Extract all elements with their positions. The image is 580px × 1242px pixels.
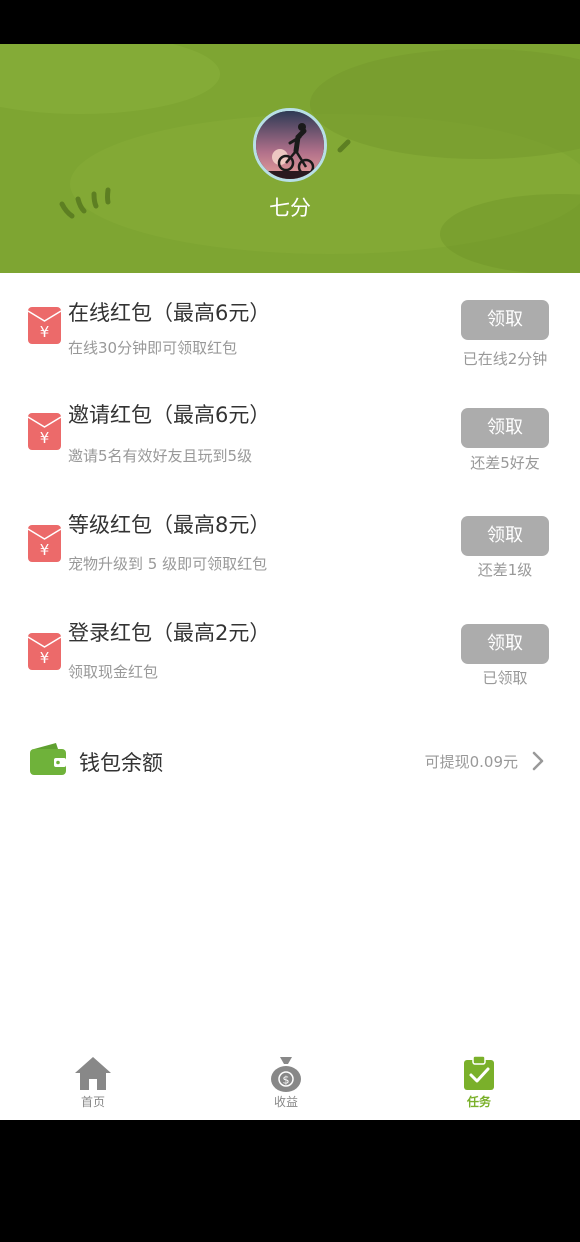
task-row-invite: ¥ 邀请红包（最高6元） 邀请5名有效好友且玩到5级 领取 还差5好友 <box>0 401 580 501</box>
tab-earnings[interactable]: $ 收益 <box>236 1045 336 1120</box>
task-clipboard-icon <box>464 1055 494 1090</box>
svg-text:¥: ¥ <box>40 649 50 667</box>
task-title: 在线红包（最高6元） <box>68 301 271 325</box>
profile-header: 七分 <box>0 44 580 273</box>
home-icon <box>75 1057 111 1090</box>
avatar[interactable] <box>253 108 327 182</box>
claim-status: 已领取 <box>482 669 528 687</box>
task-list: ¥ 在线红包（最高6元） 在线30分钟即可领取红包 领取 已在线2分钟 ¥ 邀请… <box>0 273 580 1045</box>
svg-text:¥: ¥ <box>40 429 50 447</box>
red-envelope-icon: ¥ <box>28 633 61 670</box>
svg-text:¥: ¥ <box>40 323 50 341</box>
claim-button[interactable]: 领取 <box>461 300 549 340</box>
task-title: 邀请红包（最高6元） <box>68 403 271 427</box>
chevron-right-icon[interactable] <box>530 750 546 772</box>
task-desc: 宠物升级到 5 级即可领取红包 <box>68 555 268 573</box>
task-desc: 领取现金红包 <box>68 663 159 681</box>
red-envelope-icon: ¥ <box>28 413 61 450</box>
claim-button[interactable]: 领取 <box>461 624 549 664</box>
tab-home[interactable]: 首页 <box>43 1045 143 1120</box>
task-row-level: ¥ 等级红包（最高8元） 宠物升级到 5 级即可领取红包 领取 还差1级 <box>0 509 580 609</box>
task-desc: 在线30分钟即可领取红包 <box>68 339 238 357</box>
tab-label: 任务 <box>466 1095 491 1109</box>
task-desc: 邀请5名有效好友且玩到5级 <box>68 447 253 465</box>
username: 七分 <box>269 196 311 220</box>
claim-status: 还差1级 <box>477 561 533 579</box>
red-envelope-icon: ¥ <box>28 307 61 344</box>
claim-status: 还差5好友 <box>470 454 540 472</box>
avatar-image <box>256 111 324 179</box>
wallet-icon <box>30 743 66 775</box>
svg-text:¥: ¥ <box>40 541 50 559</box>
task-row-online: ¥ 在线红包（最高6元） 在线30分钟即可领取红包 领取 已在线2分钟 <box>0 293 580 393</box>
task-title: 等级红包（最高8元） <box>68 513 271 537</box>
wallet-amount: 可提现0.09元 <box>424 753 518 771</box>
wallet-row[interactable]: 钱包余额 可提现0.09元 <box>0 733 580 789</box>
claim-button[interactable]: 领取 <box>461 516 549 556</box>
task-title: 登录红包（最高2元） <box>68 621 271 645</box>
tab-tasks[interactable]: 任务 <box>429 1045 529 1120</box>
claim-button[interactable]: 领取 <box>461 408 549 448</box>
claim-status: 已在线2分钟 <box>462 350 548 368</box>
bottom-tab-bar: 首页 $ 收益 任务 <box>0 1045 580 1120</box>
navigation-bar-area <box>0 1120 580 1242</box>
money-bag-icon: $ <box>271 1057 301 1092</box>
wallet-label: 钱包余额 <box>79 751 163 775</box>
svg-text:$: $ <box>283 1074 290 1087</box>
tab-label: 首页 <box>80 1095 105 1109</box>
status-bar <box>0 0 580 44</box>
red-envelope-icon: ¥ <box>28 525 61 562</box>
tab-label: 收益 <box>273 1095 298 1109</box>
task-row-login: ¥ 登录红包（最高2元） 领取现金红包 领取 已领取 <box>0 617 580 717</box>
